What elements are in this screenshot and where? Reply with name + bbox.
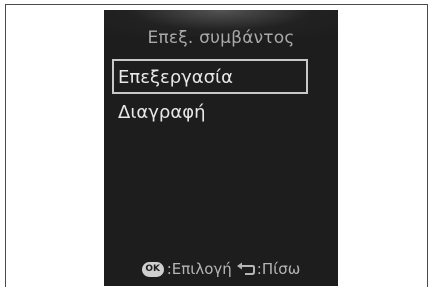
screen-title: Επεξ. συμβάντος — [147, 28, 295, 48]
ok-button-icon: OK — [141, 261, 164, 277]
back-arrow-icon — [236, 262, 255, 275]
menu-item-delete[interactable]: Διαγραφή — [112, 96, 308, 131]
select-hint-label: :Επιλογή — [166, 260, 232, 278]
menu-item-edit[interactable]: Επεξεργασία — [112, 59, 308, 94]
back-hint-label: :Πίσω — [256, 260, 301, 278]
footer-hints: OK :Επιλογή :Πίσω — [104, 258, 338, 280]
device-screen: Επεξ. συμβάντος Επεξεργασία Διαγραφή OK … — [104, 10, 338, 286]
